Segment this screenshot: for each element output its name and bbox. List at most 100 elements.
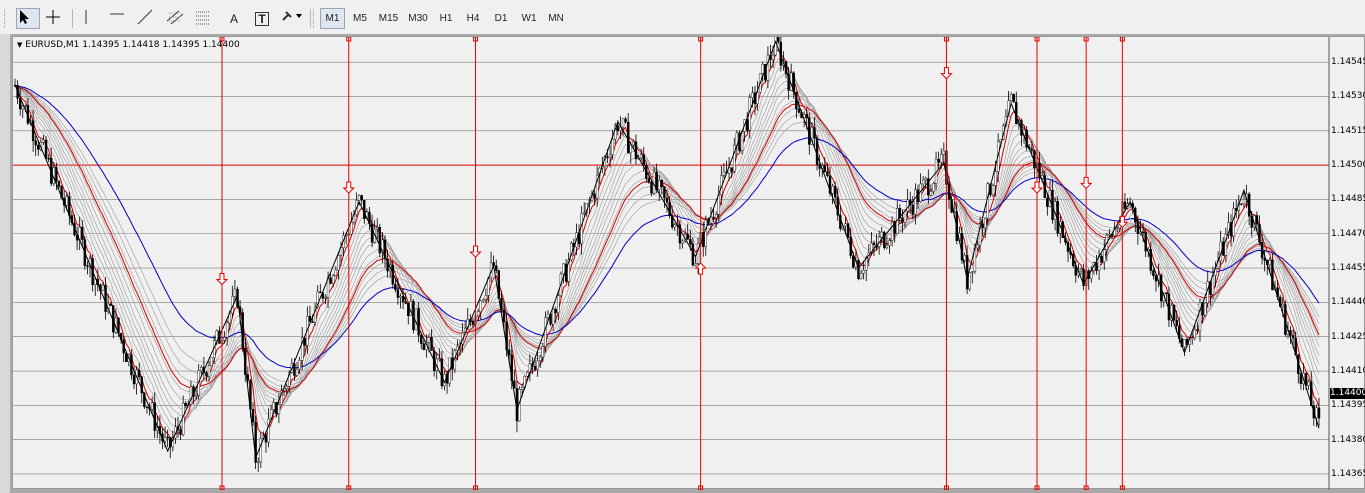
equidistant-channel-icon[interactable]: [165, 8, 189, 29]
candle-body: [971, 271, 974, 273]
candle-body: [1255, 215, 1259, 225]
toolbar-grip[interactable]: [4, 9, 8, 28]
chart-header: ▼ EURUSD,M1 1.14395 1.14418 1.14395 1.14…: [17, 40, 240, 50]
trendline-icon[interactable]: [136, 8, 160, 29]
candle-body: [539, 356, 542, 362]
candle-body: [1015, 101, 1018, 125]
candle-body: [101, 284, 105, 291]
arrows-dropdown-icon[interactable]: [280, 8, 304, 29]
timeframe-toolbar-grip[interactable]: [313, 9, 317, 28]
candle-body: [766, 54, 770, 81]
timeframe-w1-button[interactable]: W1: [516, 8, 542, 29]
candle-body: [1141, 231, 1145, 234]
candle-body: [360, 195, 363, 201]
candle-body: [1291, 335, 1295, 339]
candle-body: [639, 154, 643, 159]
price-chart[interactable]: [13, 37, 1365, 490]
candle-body: [665, 197, 669, 203]
candle-body: [805, 114, 808, 119]
candle-body: [1108, 234, 1111, 236]
candle-body: [337, 255, 340, 271]
chart-area[interactable]: ▼ EURUSD,M1 1.14395 1.14418 1.14395 1.14…: [12, 36, 1365, 490]
candle-body: [272, 402, 275, 410]
candle-body: [681, 240, 684, 244]
candle-body: [852, 255, 855, 268]
timeframe-h4-button[interactable]: H4: [460, 8, 486, 29]
candle-body: [200, 366, 203, 371]
candle-body: [1211, 275, 1215, 295]
candle-body: [394, 283, 397, 290]
cursor-icon[interactable]: [16, 8, 40, 29]
candle-body: [233, 288, 237, 297]
candle-body: [554, 309, 557, 313]
candle-body: [756, 91, 759, 105]
candle-body: [994, 171, 997, 186]
price-axis-label: 1.14410: [1331, 366, 1365, 377]
candle-body: [137, 369, 141, 378]
candle-body: [207, 365, 211, 377]
candle-body: [872, 242, 876, 246]
candle-body: [526, 371, 529, 377]
collapse-arrow-icon[interactable]: ▼: [17, 41, 22, 49]
text-icon[interactable]: A: [222, 8, 246, 29]
candle-body: [717, 194, 720, 215]
candle-body: [704, 219, 708, 247]
candle-body: [298, 360, 301, 370]
candle-body: [295, 368, 299, 376]
candle-body: [883, 231, 886, 249]
candle-body: [334, 269, 338, 276]
candle-body: [396, 289, 400, 298]
ema-ribbon-line: [14, 85, 1320, 401]
candle-body: [673, 224, 676, 228]
candle-body: [1103, 249, 1106, 263]
timeframe-m15-button[interactable]: M15: [375, 8, 402, 29]
candle-body: [642, 154, 645, 166]
candle-body: [546, 313, 550, 318]
candle-body: [420, 335, 423, 344]
candle-body: [632, 141, 635, 146]
timeframe-m5-button[interactable]: M5: [347, 8, 373, 29]
candle-body: [1115, 227, 1119, 230]
candle-body: [430, 337, 433, 351]
candle-body: [329, 277, 332, 284]
candle-body: [257, 461, 260, 464]
candle-body: [844, 223, 847, 227]
candle-body: [942, 150, 946, 155]
text-label-icon[interactable]: T: [250, 8, 274, 29]
candle-body: [264, 435, 268, 443]
candle-body: [583, 212, 586, 215]
price-axis-label: 1.14380: [1331, 434, 1365, 445]
candle-body: [194, 394, 198, 397]
crosshair-icon[interactable]: [44, 8, 68, 29]
candle-body: [976, 244, 979, 249]
text-icon-label: A: [229, 11, 238, 26]
candle-body: [712, 216, 715, 219]
vertical-line-icon[interactable]: [80, 8, 104, 29]
timeframe-d1-button[interactable]: D1: [488, 8, 514, 29]
drawing-toolbar: A T M1 M5 M15 M30 H1 H4 D1 W1 MN: [0, 0, 1365, 35]
candle-body: [438, 358, 441, 360]
timeframe-h1-button[interactable]: H1: [434, 8, 458, 29]
candle-body: [319, 291, 322, 294]
candle-body: [1203, 302, 1207, 316]
candle-body: [44, 139, 48, 159]
candle-body: [1281, 304, 1284, 307]
timeframe-label: M15: [378, 13, 399, 24]
candle-body: [1030, 148, 1034, 151]
timeframe-mn-button[interactable]: MN: [544, 8, 568, 29]
candle-body: [104, 284, 107, 312]
candle-body: [1046, 197, 1049, 207]
fibonacci-icon[interactable]: [193, 8, 217, 29]
candle-body: [940, 154, 943, 163]
price-axis-label: 1.14470: [1331, 228, 1365, 239]
candle-body: [593, 193, 596, 199]
candle-body: [132, 374, 136, 385]
candle-body: [495, 265, 498, 271]
candle-body: [536, 360, 539, 370]
timeframe-m1-button[interactable]: M1: [320, 8, 345, 29]
candle-body: [1307, 381, 1310, 386]
horizontal-line-icon[interactable]: [108, 8, 132, 29]
current-price-label: 1.14400: [1330, 387, 1365, 399]
timeframe-m30-button[interactable]: M30: [404, 8, 432, 29]
candle-body: [608, 154, 612, 158]
